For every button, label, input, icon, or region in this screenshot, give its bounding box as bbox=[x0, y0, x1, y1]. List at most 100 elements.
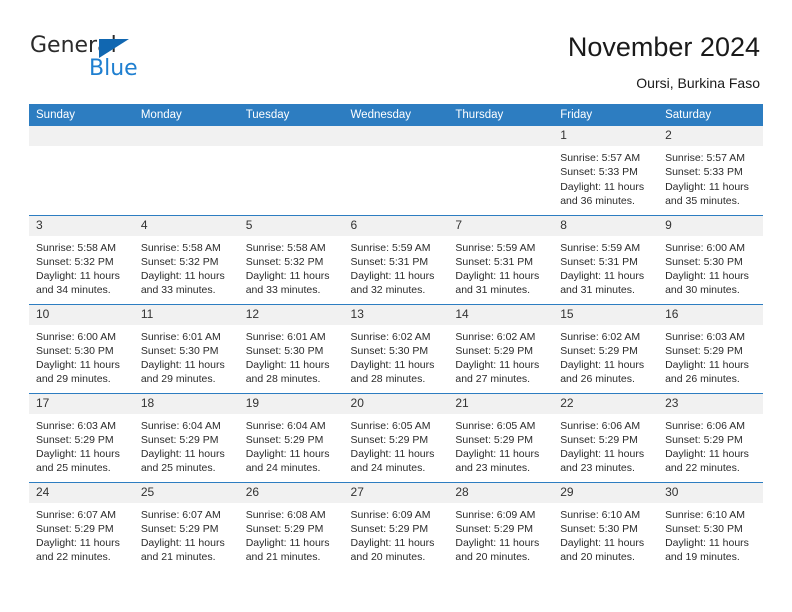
daylight-text-line2: and 32 minutes. bbox=[350, 284, 426, 297]
sunset-text: Sunset: 5:31 PM bbox=[560, 255, 638, 268]
daylight-text-line1: Daylight: 11 hours bbox=[245, 448, 330, 461]
daylight-text-line1: Daylight: 11 hours bbox=[665, 448, 749, 461]
day-number: 9 bbox=[658, 215, 763, 236]
sunset-text: Sunset: 5:30 PM bbox=[245, 344, 324, 357]
day-number: 7 bbox=[448, 215, 554, 236]
calendar-day-cell[interactable]: 3 Sunrise: 5:58 AM Sunset: 5:32 PM Daylight… bbox=[29, 214, 134, 304]
calendar-day-cell-empty bbox=[29, 126, 134, 215]
daylight-text-line2: and 19 minutes. bbox=[665, 551, 740, 564]
day-sun-info: Sunrise: 6:01 AM Sunset: 5:30 PM Daylight:… bbox=[134, 325, 239, 387]
calendar-day-cell[interactable]: 7 Sunrise: 5:59 AM Sunset: 5:31 PM Daylight… bbox=[448, 214, 554, 304]
sunset-text: Sunset: 5:29 PM bbox=[350, 433, 429, 446]
daylight-text-line2: and 29 minutes. bbox=[36, 373, 111, 386]
calendar-day-cell[interactable]: 15 Sunrise: 6:02 AM Sunset: 5:29 PM Dayligh… bbox=[553, 303, 659, 393]
calendar-day-cell[interactable]: 17 Sunrise: 6:03 AM Sunset: 5:29 PM Dayligh… bbox=[29, 392, 134, 482]
daylight-text-line1: Daylight: 11 hours bbox=[455, 537, 540, 550]
sunrise-text: Sunrise: 6:01 AM bbox=[245, 330, 326, 343]
day-sun-info: Sunrise: 6:08 AM Sunset: 5:29 PM Daylight:… bbox=[239, 503, 344, 565]
day-sun-info: Sunrise: 6:09 AM Sunset: 5:29 PM Daylight:… bbox=[344, 503, 449, 565]
sunrise-text: Sunrise: 6:09 AM bbox=[350, 508, 431, 521]
daylight-text-line2: and 33 minutes. bbox=[245, 284, 321, 297]
calendar-day-cell[interactable]: 18 Sunrise: 6:04 AM Sunset: 5:29 PM Dayligh… bbox=[133, 392, 239, 482]
calendar-day-cell[interactable]: 10 Sunrise: 6:00 AM Sunset: 5:30 PM Dayligh… bbox=[29, 303, 134, 393]
calendar-day-cell[interactable]: 2 Sunrise: 5:57 AM Sunset: 5:33 PM Daylight… bbox=[658, 126, 763, 215]
weekday-header-sunday: Sunday bbox=[29, 104, 134, 126]
sunrise-text: Sunrise: 6:03 AM bbox=[36, 419, 116, 432]
sunrise-text: Sunrise: 6:05 AM bbox=[455, 419, 536, 432]
calendar-day-cell[interactable]: 9 Sunrise: 6:00 AM Sunset: 5:30 PM Daylight… bbox=[658, 214, 763, 304]
daylight-text-line1: Daylight: 11 hours bbox=[665, 180, 749, 193]
sunrise-text: Sunrise: 6:02 AM bbox=[350, 330, 431, 343]
calendar-day-cell[interactable]: 20 Sunrise: 6:05 AM Sunset: 5:29 PM Dayligh… bbox=[343, 392, 449, 482]
sunrise-text: Sunrise: 6:03 AM bbox=[665, 330, 746, 343]
day-sun-info: Sunrise: 6:07 AM Sunset: 5:29 PM Daylight:… bbox=[29, 503, 134, 565]
daylight-text-line1: Daylight: 11 hours bbox=[245, 537, 330, 550]
calendar-week-row: 24 Sunrise: 6:07 AM Sunset: 5:29 PM Dayligh… bbox=[29, 481, 763, 571]
day-number: 18 bbox=[133, 393, 239, 414]
daylight-text-line1: Daylight: 11 hours bbox=[36, 270, 120, 283]
calendar-day-cell[interactable]: 11 Sunrise: 6:01 AM Sunset: 5:30 PM Dayligh… bbox=[133, 303, 239, 393]
calendar-day-cell[interactable]: 1 Sunrise: 5:57 AM Sunset: 5:33 PM Daylight… bbox=[553, 126, 659, 215]
calendar-day-cell[interactable]: 19 Sunrise: 6:04 AM Sunset: 5:29 PM Dayligh… bbox=[238, 392, 344, 482]
sunrise-text: Sunrise: 6:05 AM bbox=[350, 419, 431, 432]
sunrise-text: Sunrise: 6:07 AM bbox=[36, 508, 116, 521]
day-sun-info: Sunrise: 6:05 AM Sunset: 5:29 PM Daylight:… bbox=[448, 414, 553, 476]
general-blue-logo[interactable]: General Blue bbox=[30, 34, 230, 90]
sunset-text: Sunset: 5:29 PM bbox=[350, 522, 429, 535]
calendar-day-cell[interactable]: 23 Sunrise: 6:06 AM Sunset: 5:29 PM Dayligh… bbox=[658, 392, 763, 482]
daylight-text-line2: and 25 minutes. bbox=[36, 462, 111, 475]
page-header: General Blue November 2024 Oursi, Burkin… bbox=[0, 0, 792, 100]
calendar-day-cell[interactable]: 27 Sunrise: 6:09 AM Sunset: 5:29 PM Dayligh… bbox=[343, 481, 449, 571]
calendar-day-cell[interactable]: 12 Sunrise: 6:01 AM Sunset: 5:30 PM Dayligh… bbox=[238, 303, 344, 393]
daylight-text-line1: Daylight: 11 hours bbox=[665, 359, 749, 372]
day-sun-info: Sunrise: 6:06 AM Sunset: 5:29 PM Daylight:… bbox=[658, 414, 763, 476]
sunset-text: Sunset: 5:31 PM bbox=[350, 255, 429, 268]
calendar-day-cell[interactable]: 24 Sunrise: 6:07 AM Sunset: 5:29 PM Dayligh… bbox=[29, 481, 134, 571]
sunset-text: Sunset: 5:29 PM bbox=[455, 522, 534, 535]
sunrise-text: Sunrise: 5:58 AM bbox=[245, 241, 326, 254]
calendar-day-cell[interactable]: 22 Sunrise: 6:06 AM Sunset: 5:29 PM Dayligh… bbox=[553, 392, 659, 482]
calendar-day-cell[interactable]: 16 Sunrise: 6:03 AM Sunset: 5:29 PM Dayligh… bbox=[658, 303, 763, 393]
logo-text-blue: Blue bbox=[89, 56, 138, 81]
calendar-day-cell[interactable]: 21 Sunrise: 6:05 AM Sunset: 5:29 PM Dayligh… bbox=[448, 392, 554, 482]
daylight-text-line2: and 31 minutes. bbox=[560, 284, 635, 297]
day-sun-info: Sunrise: 5:59 AM Sunset: 5:31 PM Daylight:… bbox=[344, 236, 449, 298]
calendar-day-cell[interactable]: 14 Sunrise: 6:02 AM Sunset: 5:29 PM Dayligh… bbox=[448, 303, 554, 393]
calendar-day-cell[interactable]: 30 Sunrise: 6:10 AM Sunset: 5:30 PM Dayligh… bbox=[658, 481, 763, 571]
calendar-day-cell[interactable]: 25 Sunrise: 6:07 AM Sunset: 5:29 PM Dayligh… bbox=[133, 481, 239, 571]
weekday-header-wednesday: Wednesday bbox=[343, 104, 449, 126]
daylight-text-line2: and 21 minutes. bbox=[245, 551, 321, 564]
page-title: November 2024 bbox=[567, 32, 760, 62]
calendar-day-cell[interactable]: 29 Sunrise: 6:10 AM Sunset: 5:30 PM Dayligh… bbox=[553, 481, 659, 571]
daylight-text-line1: Daylight: 11 hours bbox=[455, 270, 540, 283]
sunrise-text: Sunrise: 6:02 AM bbox=[455, 330, 536, 343]
daylight-text-line2: and 24 minutes. bbox=[350, 462, 426, 475]
day-sun-info: Sunrise: 5:58 AM Sunset: 5:32 PM Daylight:… bbox=[134, 236, 239, 298]
calendar-day-cell[interactable]: 8 Sunrise: 5:59 AM Sunset: 5:31 PM Daylight… bbox=[553, 214, 659, 304]
calendar-day-cell[interactable]: 5 Sunrise: 5:58 AM Sunset: 5:32 PM Daylight… bbox=[238, 214, 344, 304]
calendar-day-cell-empty bbox=[343, 126, 449, 215]
daylight-text-line1: Daylight: 11 hours bbox=[560, 359, 645, 372]
day-sun-info: Sunrise: 6:00 AM Sunset: 5:30 PM Daylight:… bbox=[29, 325, 134, 387]
calendar-page: General Blue November 2024 Oursi, Burkin… bbox=[0, 0, 792, 612]
daylight-text-line1: Daylight: 11 hours bbox=[560, 180, 645, 193]
day-number: 11 bbox=[133, 304, 239, 325]
daylight-text-line2: and 20 minutes. bbox=[560, 551, 635, 564]
weekday-header-thursday: Thursday bbox=[448, 104, 554, 126]
day-sun-info: Sunrise: 5:59 AM Sunset: 5:31 PM Daylight:… bbox=[553, 236, 658, 298]
sunrise-text: Sunrise: 6:06 AM bbox=[560, 419, 641, 432]
calendar-day-cell[interactable]: 26 Sunrise: 6:08 AM Sunset: 5:29 PM Dayligh… bbox=[238, 481, 344, 571]
calendar-day-cell[interactable]: 4 Sunrise: 5:58 AM Sunset: 5:32 PM Daylight… bbox=[133, 214, 239, 304]
daylight-text-line1: Daylight: 11 hours bbox=[560, 270, 645, 283]
daylight-text-line2: and 35 minutes. bbox=[665, 194, 740, 207]
daylight-text-line2: and 31 minutes. bbox=[455, 284, 531, 297]
sunrise-text: Sunrise: 6:08 AM bbox=[245, 508, 326, 521]
page-subtitle-location: Oursi, Burkina Faso bbox=[636, 75, 760, 91]
calendar-day-cell[interactable]: 6 Sunrise: 5:59 AM Sunset: 5:31 PM Daylight… bbox=[343, 214, 449, 304]
calendar-day-cell[interactable]: 13 Sunrise: 6:02 AM Sunset: 5:30 PM Dayligh… bbox=[343, 303, 449, 393]
sunset-text: Sunset: 5:30 PM bbox=[665, 255, 743, 268]
calendar-day-cell[interactable]: 28 Sunrise: 6:09 AM Sunset: 5:29 PM Dayligh… bbox=[448, 481, 554, 571]
daylight-text-line2: and 23 minutes. bbox=[455, 462, 531, 475]
day-sun-info: Sunrise: 5:58 AM Sunset: 5:32 PM Daylight:… bbox=[29, 236, 134, 298]
daylight-text-line2: and 20 minutes. bbox=[455, 551, 531, 564]
